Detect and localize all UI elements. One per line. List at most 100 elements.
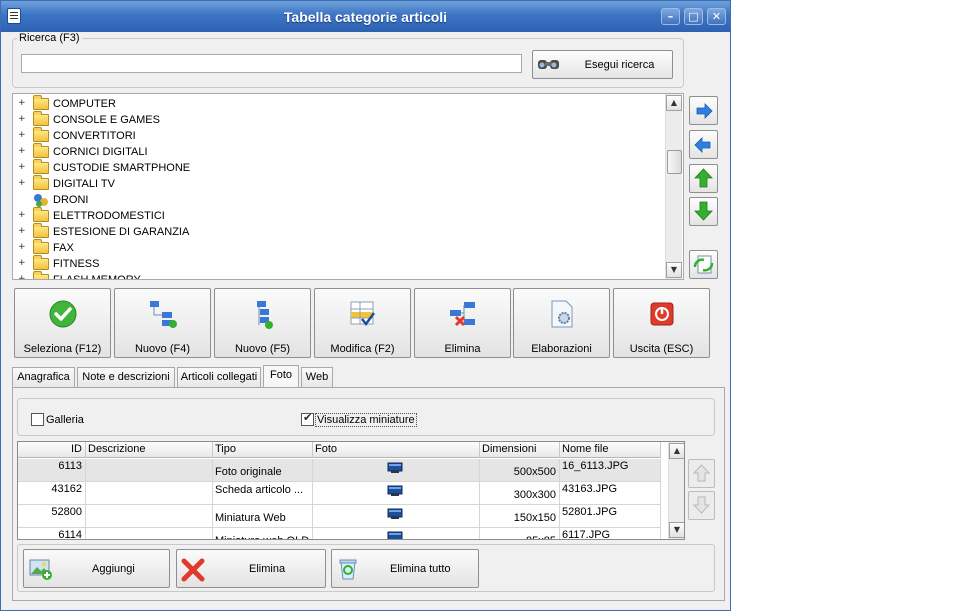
toolbar-button-seleziona-f12[interactable]: Seleziona (F12) [14, 288, 111, 358]
photo-move-down-button[interactable] [688, 491, 715, 520]
table-row[interactable]: 52800 Miniatura Web 150x150 52801.JPG [18, 505, 661, 528]
toolbar-button-nuovo-f4[interactable]: Nuovo (F4) [114, 288, 211, 358]
tree-item[interactable]: + FLASH MEMORY [13, 271, 663, 280]
minimize-button[interactable]: – [661, 8, 680, 25]
tree-item[interactable]: + COMPUTER [13, 95, 663, 112]
check-icon [49, 300, 77, 328]
expand-icon[interactable]: + [18, 179, 26, 188]
toolbar-button-elimina[interactable]: Elimina [414, 288, 511, 358]
delete-all-photos-button[interactable]: Elimina tutto [331, 549, 479, 588]
folder-icon [33, 111, 49, 126]
expand-icon[interactable]: + [18, 227, 26, 236]
delete-photo-button[interactable]: Elimina [176, 549, 326, 588]
expand-icon[interactable]: + [18, 115, 26, 124]
col-foto[interactable]: Foto [313, 442, 480, 458]
scroll-down-icon[interactable]: ▼ [666, 262, 682, 278]
cell-dimensioni: 150x150 [480, 505, 560, 528]
grid-scrollbar[interactable]: ▲ ▼ [668, 442, 684, 539]
arrow-down-icon [694, 201, 713, 221]
col-dimensioni[interactable]: Dimensioni [480, 442, 560, 458]
folder-icon [33, 143, 49, 158]
toolbar-button-label: Nuovo (F4) [134, 343, 191, 355]
photo-grid[interactable]: ID Descrizione Tipo Foto Dimensioni Nome… [17, 441, 685, 540]
power-icon [650, 302, 674, 326]
tab-anagrafica[interactable]: Anagrafica [12, 367, 75, 387]
maximize-button[interactable]: □ [684, 8, 703, 25]
tree-item-label: FAX [53, 242, 74, 254]
table-row[interactable]: 43162 Scheda articolo ... 300x300 43163.JPG [18, 482, 661, 505]
expand-icon[interactable]: + [18, 243, 26, 252]
tab-note-e-descrizioni[interactable]: Note e descrizioni [77, 367, 175, 387]
tree-item[interactable]: + FAX [13, 239, 663, 256]
table-row[interactable]: 6113 Foto originale 500x500 16_6113.JPG [18, 459, 661, 482]
search-button[interactable]: Esegui ricerca [532, 50, 673, 79]
tree-item[interactable]: + CORNICI DIGITALI [13, 143, 663, 160]
gear-document-icon [551, 300, 573, 328]
arrow-down-disabled-icon [692, 496, 711, 514]
cell-tipo: Foto originale [213, 459, 313, 482]
tree-item-label: CUSTODIE SMARTPHONE [53, 162, 191, 174]
folder-icon [33, 223, 49, 238]
monitor-icon [387, 462, 403, 473]
refresh-button[interactable] [689, 250, 718, 279]
col-nome-file[interactable]: Nome file [560, 442, 661, 458]
col-tipo[interactable]: Tipo [213, 442, 313, 458]
expand-icon[interactable]: + [18, 147, 26, 156]
tree-item[interactable]: + ESTESIONE DI GARANZIA [13, 223, 663, 240]
arrow-right-icon [696, 103, 713, 119]
cell-descrizione [86, 528, 213, 539]
scroll-thumb[interactable] [667, 150, 682, 174]
expand-icon[interactable]: + [18, 275, 26, 280]
move-right-button[interactable] [689, 96, 718, 125]
scroll-up-icon[interactable]: ▲ [666, 95, 682, 111]
move-down-button[interactable] [689, 197, 718, 226]
tree-item-label: CONVERTITORI [53, 130, 136, 142]
tree-item-label: COMPUTER [53, 98, 116, 110]
folder-icon [33, 271, 49, 279]
tree-item[interactable]: DRONI [13, 192, 663, 208]
cell-id: 6114 [18, 528, 86, 539]
cell-foto [313, 482, 480, 505]
toolbar-button-modifica-f2[interactable]: Modifica (F2) [314, 288, 411, 358]
photo-move-up-button[interactable] [688, 459, 715, 488]
show-thumbnails-checkbox[interactable] [301, 411, 314, 426]
close-button[interactable]: ✕ [707, 8, 726, 25]
tree-item[interactable]: + DIGITALI TV [13, 175, 663, 192]
expand-icon[interactable]: + [18, 259, 26, 268]
grid-scroll-down-icon[interactable]: ▼ [669, 522, 684, 538]
toolbar-button-uscita-esc[interactable]: Uscita (ESC) [613, 288, 710, 358]
category-tree[interactable]: + COMPUTER + CONSOLE E GAMES + CONVERTITORI + C… [12, 93, 684, 280]
tree-scrollbar[interactable]: ▲ ▼ [665, 94, 682, 279]
cell-descrizione [86, 482, 213, 505]
tree-item[interactable]: + FITNESS [13, 255, 663, 272]
grid-scroll-up-icon[interactable]: ▲ [669, 443, 684, 459]
table-row[interactable]: 6114 Miniatura web OLD 85x856117.JPG [18, 528, 661, 539]
gallery-checkbox[interactable] [31, 413, 44, 426]
title-bar[interactable]: Tabella categorie articoli – □ ✕ [1, 1, 730, 32]
col-descrizione[interactable]: Descrizione [86, 442, 213, 458]
col-id[interactable]: ID [18, 442, 86, 458]
tree-item[interactable]: + CONVERTITORI [13, 127, 663, 144]
add-photo-button[interactable]: Aggiungi [23, 549, 170, 588]
tab-foto[interactable]: Foto [263, 365, 299, 387]
move-left-button[interactable] [689, 130, 718, 159]
expand-icon[interactable]: + [18, 99, 26, 108]
move-up-button[interactable] [689, 164, 718, 193]
expand-icon[interactable]: + [18, 131, 26, 140]
expand-icon[interactable]: + [18, 211, 26, 220]
tab-articoli-collegati[interactable]: Articoli collegati [177, 367, 261, 387]
toolbar-button-nuovo-f5[interactable]: Nuovo (F5) [214, 288, 311, 358]
add-image-icon [29, 559, 52, 580]
search-input[interactable] [21, 54, 522, 73]
tree-item-label: DRONI [53, 194, 89, 206]
tree-item[interactable]: + CONSOLE E GAMES [13, 111, 663, 128]
tab-web[interactable]: Web [301, 367, 333, 387]
expand-icon[interactable]: + [18, 163, 26, 172]
cell-nome-file: 16_6113.JPG [560, 459, 661, 482]
arrow-left-icon [694, 137, 711, 153]
toolbar-button-elaborazioni[interactable]: Elaborazioni [513, 288, 610, 358]
cell-nome-file: 43163.JPG [560, 482, 661, 505]
tree-item[interactable]: + ELETTRODOMESTICI [13, 207, 663, 224]
tree-item[interactable]: + CUSTODIE SMARTPHONE [13, 159, 663, 176]
cell-tipo: Scheda articolo ... [213, 482, 313, 505]
